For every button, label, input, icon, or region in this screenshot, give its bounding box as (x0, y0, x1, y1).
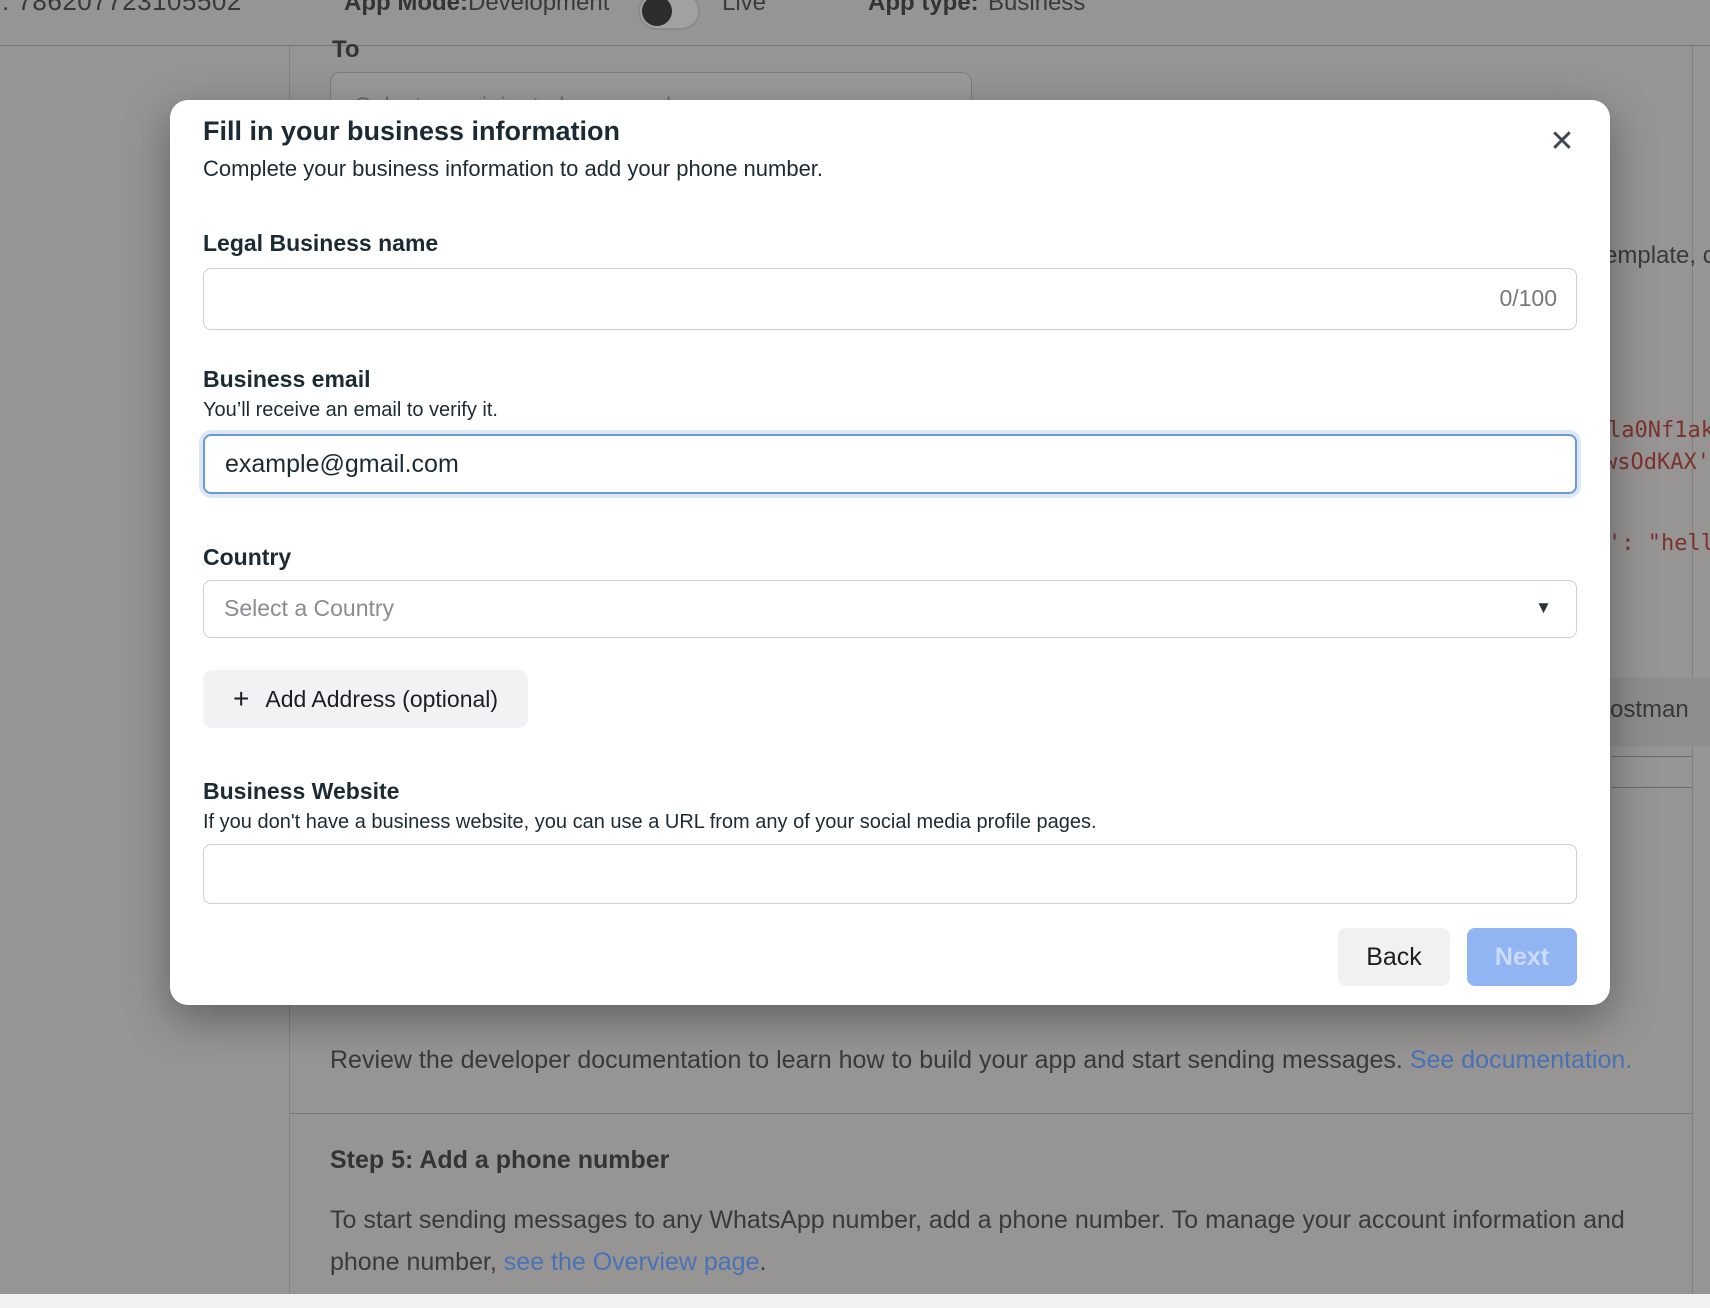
app-id: : 786207723105502 (2, 0, 242, 17)
app-mode-toggle[interactable] (638, 0, 700, 30)
business-email-label: Business email (203, 366, 370, 393)
business-website-label: Business Website (203, 778, 399, 805)
back-button[interactable]: Back (1338, 928, 1450, 986)
country-select[interactable]: Select a Country ▼ (203, 580, 1577, 638)
step5-paragraph-line1: To start sending messages to any WhatsAp… (330, 1206, 1625, 1235)
toggle-knob-icon (642, 0, 672, 26)
dialog-title: Fill in your business information (203, 116, 620, 147)
legal-name-label: Legal Business name (203, 230, 438, 257)
review-paragraph: Review the developer documentation to le… (330, 1046, 1632, 1075)
code-fragment-1: la0Nf1ak (1608, 418, 1710, 443)
template-text-fragment: emplate, c (1604, 242, 1710, 270)
screen: : 786207723105502 App Mode: Development … (0, 0, 1710, 1308)
content-card-right-border (1692, 46, 1693, 1294)
country-placeholder: Select a Country (224, 595, 394, 622)
business-info-dialog: Fill in your business information Comple… (170, 100, 1610, 1005)
app-mode-label: App Mode: (344, 0, 468, 17)
chevron-down-icon: ▼ (1535, 598, 1552, 618)
section-divider (290, 1113, 1692, 1114)
country-label: Country (203, 544, 291, 571)
add-address-button[interactable]: + Add Address (optional) (203, 670, 528, 728)
step5-heading: Step 5: Add a phone number (330, 1146, 669, 1175)
review-text: Review the developer documentation to le… (330, 1046, 1403, 1074)
close-icon[interactable]: ✕ (1542, 122, 1582, 162)
business-email-input[interactable] (203, 434, 1577, 494)
see-documentation-link[interactable]: See documentation. (1410, 1046, 1632, 1074)
next-button[interactable]: Next (1467, 928, 1577, 986)
business-website-input[interactable] (203, 844, 1577, 904)
char-counter: 0/100 (1499, 285, 1557, 312)
dialog-subtitle: Complete your business information to ad… (203, 156, 823, 182)
live-label: Live (722, 0, 766, 17)
legal-name-input[interactable] (203, 268, 1577, 330)
code-fragment-2: wsOdKAX' (1604, 450, 1710, 475)
plus-icon: + (233, 683, 249, 715)
overview-page-link[interactable]: see the Overview page (504, 1248, 760, 1276)
app-mode-value: Development (468, 0, 609, 17)
add-address-label: Add Address (optional) (265, 686, 498, 713)
step5-paragraph-line2: phone number, see the Overview page. (330, 1248, 766, 1277)
table-row-divider (1611, 787, 1692, 788)
table-row-divider (1611, 756, 1692, 757)
app-type-value: Business (988, 0, 1085, 17)
to-field-label: To (332, 36, 360, 64)
page-bottom-strip (0, 1294, 1710, 1308)
business-website-helper: If you don't have a business website, yo… (203, 811, 1097, 834)
code-fragment-3: ': "hell (1608, 531, 1710, 556)
topbar-divider (0, 45, 1710, 46)
app-type-label: App type: (868, 0, 979, 17)
business-email-helper: You’ll receive an email to verify it. (203, 399, 498, 422)
step5-line2-period: . (759, 1248, 766, 1276)
step5-line2-prefix: phone number, (330, 1248, 504, 1276)
